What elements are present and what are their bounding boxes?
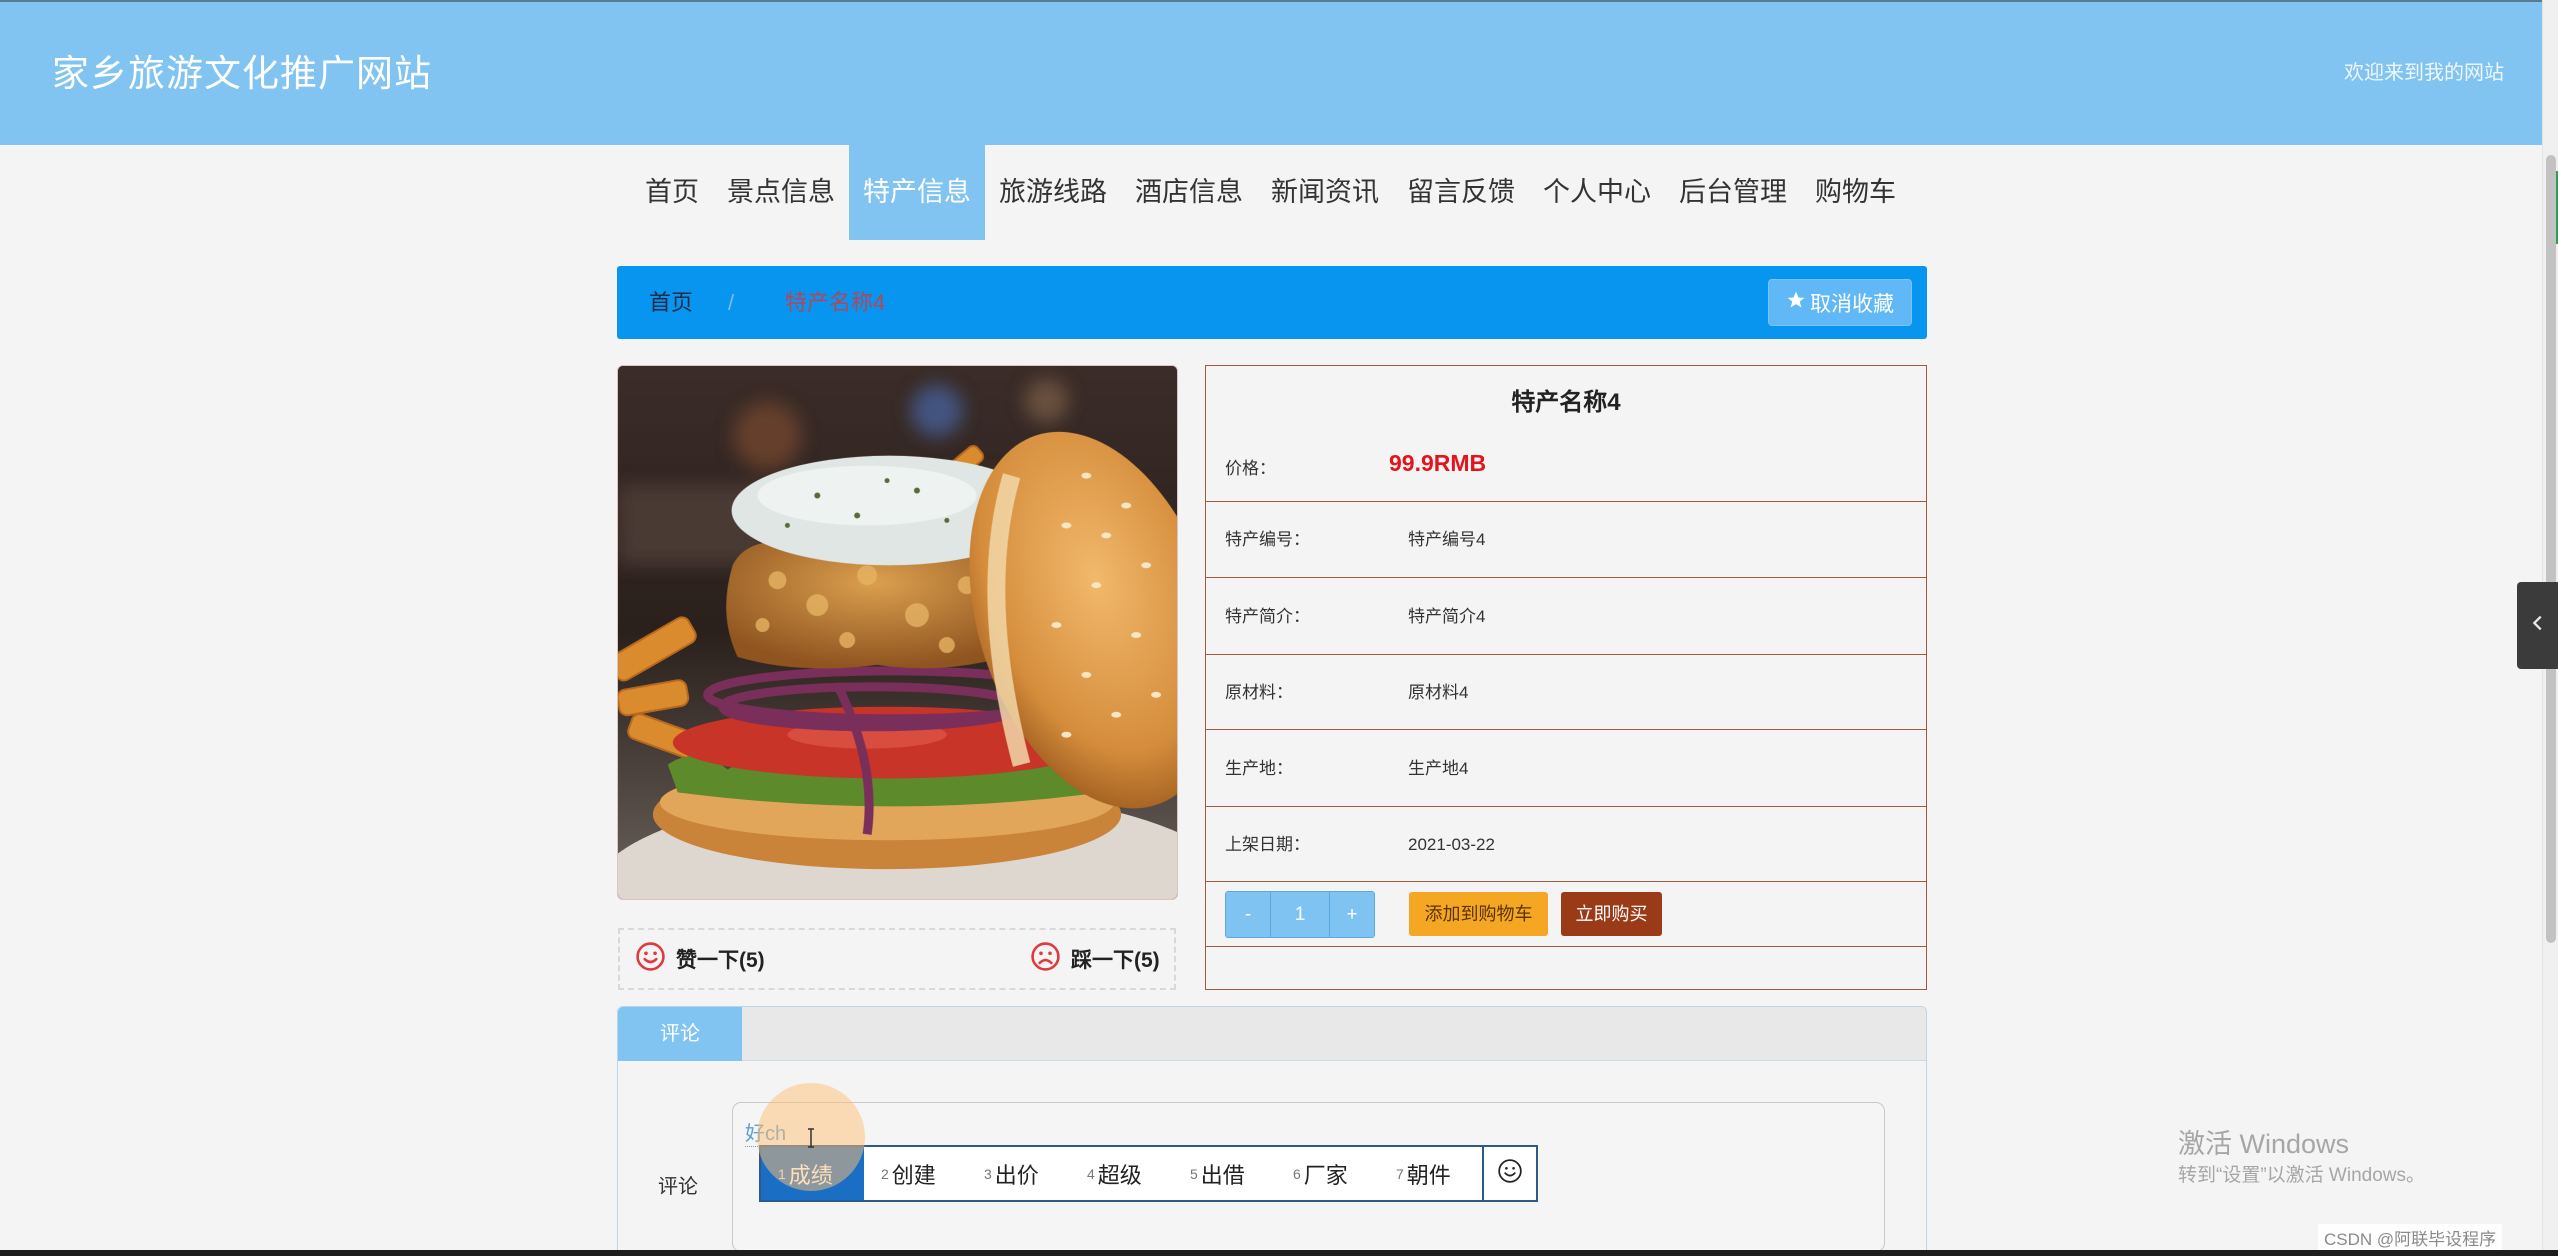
field-origin-row: 生产地： 生产地4: [1206, 730, 1926, 807]
ime-candidate-index: 4: [1087, 1165, 1095, 1182]
chevron-left-icon: [2527, 612, 2549, 639]
nav-item-attractions[interactable]: 景点信息: [713, 145, 849, 240]
field-materials-label: 原材料：: [1225, 683, 1293, 702]
quantity-input[interactable]: 1: [1271, 892, 1329, 937]
field-code-value: 特产编号4: [1408, 530, 1486, 549]
ime-candidate-word: 创建: [891, 1162, 936, 1188]
field-materials-value: 原材料4: [1408, 683, 1469, 702]
quantity-increase-button[interactable]: +: [1329, 892, 1374, 937]
quantity-decrease-button[interactable]: -: [1226, 892, 1271, 937]
text-cursor-icon: [806, 1128, 816, 1153]
like-label: 赞一下(5): [676, 949, 765, 972]
smile-icon: [635, 941, 666, 978]
field-origin-label: 生产地：: [1225, 759, 1293, 778]
ime-candidate[interactable]: 4 超级: [1070, 1147, 1173, 1200]
purchase-actions-row: - 1 + 添加到购物车 立即购买: [1206, 882, 1926, 947]
product-name: 特产名称4: [1511, 389, 1621, 416]
breadcrumb-separator: /: [728, 290, 735, 315]
add-to-cart-button[interactable]: 添加到购物车: [1409, 892, 1548, 936]
windows-activation-title: 激活 Windows: [2178, 1129, 2350, 1159]
product-header-row: 特产名称4 价格： 99.9RMB: [1206, 366, 1926, 502]
windows-activation-hint: 转到“设置”以激活 Windows。: [2178, 1165, 2426, 1186]
main-nav: 首页 景点信息 特产信息 旅游线路 酒店信息 新闻资讯 留言反馈 个人中心 后台…: [631, 145, 1910, 240]
nav-item-news[interactable]: 新闻资讯: [1257, 145, 1393, 240]
nav-item-cart[interactable]: 购物车: [1801, 145, 1910, 240]
unfavorite-button[interactable]: 取消收藏: [1768, 279, 1912, 326]
field-intro-label: 特产简介：: [1225, 607, 1310, 626]
product-image: [617, 365, 1178, 900]
dislike-button[interactable]: 踩一下(5): [1030, 930, 1160, 988]
ime-candidate-index: 5: [1190, 1165, 1198, 1182]
buy-now-button[interactable]: 立即购买: [1561, 892, 1662, 936]
price-label: 价格：: [1225, 459, 1276, 478]
field-listing-date-row: 上架日期： 2021-03-22: [1206, 807, 1926, 882]
dislike-label: 踩一下(5): [1071, 949, 1160, 972]
nav-item-profile[interactable]: 个人中心: [1529, 145, 1665, 240]
nav-item-routes[interactable]: 旅游线路: [985, 145, 1121, 240]
comments-tab-bar: 评论: [618, 1007, 1926, 1061]
scrollbar-thumb[interactable]: [2546, 155, 2556, 943]
ime-candidate-word: 出价: [994, 1162, 1039, 1188]
price-value: 99.9RMB: [1389, 450, 1487, 476]
screen-bottom-edge: [0, 1250, 2558, 1256]
ime-candidate-word: 出借: [1200, 1162, 1245, 1188]
nav-item-specialties[interactable]: 特产信息: [849, 145, 985, 240]
ime-candidate-word: 超级: [1097, 1162, 1142, 1188]
tab-comments[interactable]: 评论: [618, 1007, 742, 1061]
nav-item-admin[interactable]: 后台管理: [1665, 145, 1801, 240]
smiley-icon: [1497, 1158, 1523, 1189]
breadcrumb-home-link[interactable]: 首页: [649, 266, 693, 339]
ime-candidate-bar: 1成绩 2创建 3出价 4超级 5出借 6厂家 7朝件: [759, 1145, 1538, 1202]
ime-candidate-word: 厂家: [1303, 1162, 1348, 1188]
field-listing-date-value: 2021-03-22: [1408, 835, 1495, 854]
side-panel-toggle[interactable]: [2517, 582, 2558, 669]
field-materials-row: 原材料： 原材料4: [1206, 655, 1926, 730]
field-intro-value: 特产简介4: [1408, 607, 1486, 626]
product-info-table: 特产名称4 价格： 99.9RMB 特产编号： 特产编号4 特产简介： 特产简介…: [1205, 365, 1927, 990]
vote-box: 赞一下(5) 踩一下(5): [618, 928, 1176, 990]
ime-candidate[interactable]: 7 朝件: [1379, 1147, 1482, 1200]
field-listing-date-label: 上架日期：: [1225, 835, 1310, 854]
ime-candidate[interactable]: 3 出价: [967, 1147, 1070, 1200]
site-title[interactable]: 家乡旅游文化推广网站: [52, 2, 432, 145]
quantity-stepper: - 1 +: [1225, 891, 1375, 938]
ime-candidate-index: 7: [1396, 1165, 1404, 1182]
ime-candidate[interactable]: 2 创建: [864, 1147, 967, 1200]
nav-item-feedback[interactable]: 留言反馈: [1393, 145, 1529, 240]
unfavorite-label: 取消收藏: [1810, 292, 1894, 316]
ime-candidate-word: 朝件: [1406, 1162, 1451, 1188]
ime-candidate-index: 3: [984, 1165, 992, 1182]
comment-field-label: 评论: [658, 1176, 698, 1198]
welcome-text: 欢迎来到我的网站: [2344, 62, 2504, 84]
field-intro-row: 特产简介： 特产简介4: [1206, 578, 1926, 655]
ime-candidate[interactable]: 6 厂家: [1276, 1147, 1379, 1200]
ime-candidate-index: 2: [881, 1165, 889, 1182]
field-code-row: 特产编号： 特产编号4: [1206, 502, 1926, 578]
ime-emoji-button[interactable]: [1482, 1147, 1536, 1200]
csdn-watermark: CSDN @阿联毕设程序: [2318, 1224, 2503, 1251]
empty-row: [1206, 947, 1926, 989]
breadcrumb: 首页 / 特产名称4 取消收藏: [617, 266, 1927, 339]
ime-candidate-index: 6: [1293, 1165, 1301, 1182]
site-header: 家乡旅游文化推广网站 欢迎来到我的网站: [0, 0, 2542, 145]
like-button[interactable]: 赞一下(5): [635, 930, 765, 988]
breadcrumb-current: 特产名称4: [785, 290, 886, 315]
nav-item-home[interactable]: 首页: [631, 145, 713, 240]
frown-icon: [1030, 941, 1061, 978]
product-photo: [618, 366, 1177, 899]
field-origin-value: 生产地4: [1408, 759, 1469, 778]
nav-item-hotels[interactable]: 酒店信息: [1121, 145, 1257, 240]
ime-candidate[interactable]: 5 出借: [1173, 1147, 1276, 1200]
field-code-label: 特产编号：: [1225, 530, 1310, 549]
star-icon: [1786, 290, 1806, 316]
